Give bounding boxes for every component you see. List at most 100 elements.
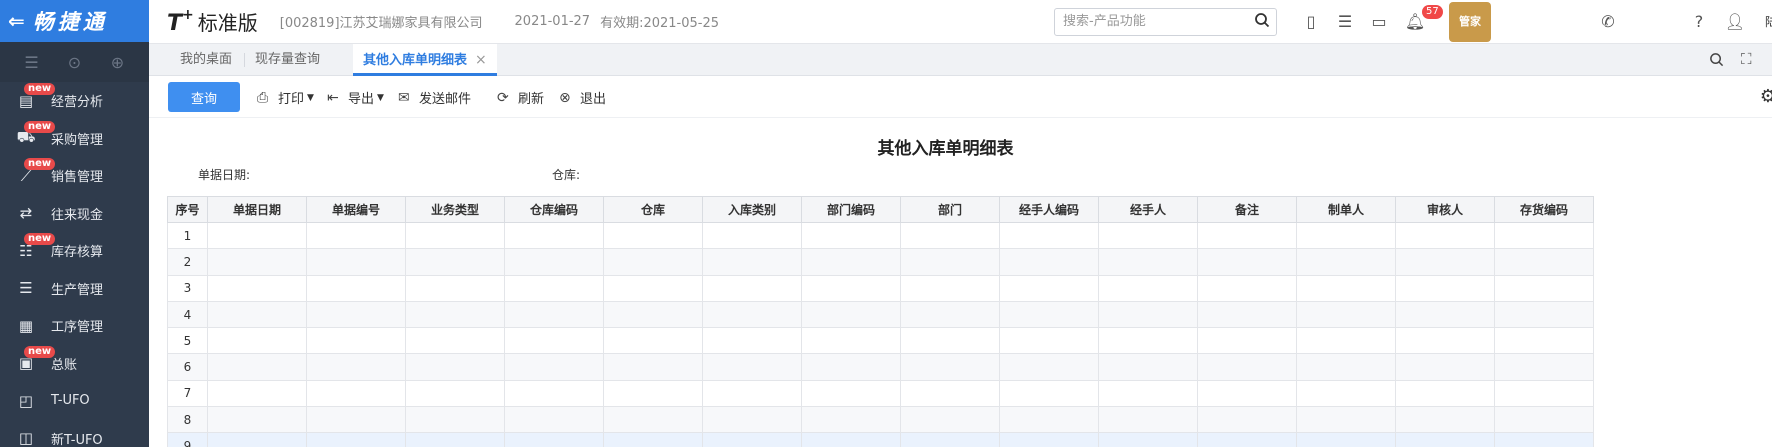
table-cell[interactable]: [1296, 221, 1396, 250]
fullscreen-icon[interactable]: ⛶: [1741, 50, 1752, 68]
table-cell[interactable]: [702, 406, 802, 434]
table-cell[interactable]: [1494, 248, 1594, 276]
table-cell[interactable]: [1395, 300, 1495, 329]
table-cell[interactable]: [1296, 274, 1396, 302]
table-cell[interactable]: [504, 300, 604, 329]
table-cell[interactable]: [900, 353, 1000, 381]
column-header[interactable]: 备注: [1197, 196, 1297, 223]
table-cell[interactable]: [1296, 379, 1396, 408]
sidebar-item[interactable]: ▤ 经营分析 new: [0, 82, 149, 120]
sidebar-item[interactable]: ⛟ 采购管理 new: [0, 120, 149, 158]
back-arrow-icon[interactable]: ⇐: [8, 9, 25, 33]
column-header[interactable]: 存货编码: [1494, 196, 1594, 223]
message-icon[interactable]: ▭: [1368, 11, 1390, 33]
user-name[interactable]: 陆: [1765, 13, 1772, 30]
table-cell[interactable]: [999, 379, 1099, 408]
table-cell[interactable]: [801, 327, 901, 355]
table-cell[interactable]: [702, 274, 802, 302]
send-mail-button[interactable]: ✉ 发送邮件: [398, 88, 471, 108]
table-cell[interactable]: [1098, 353, 1198, 381]
table-cell[interactable]: [702, 432, 802, 447]
sidebar-item[interactable]: ◫ 新T-UFO: [0, 420, 149, 447]
table-cell[interactable]: [1395, 432, 1495, 447]
table-cell[interactable]: [1494, 406, 1594, 434]
table-cell[interactable]: [207, 432, 307, 447]
table-cell[interactable]: [1098, 327, 1198, 355]
table-cell[interactable]: [306, 221, 406, 250]
table-cell[interactable]: [207, 327, 307, 355]
sidebar-item[interactable]: ⟋ 销售管理 new: [0, 157, 149, 195]
table-row[interactable]: 8: [167, 406, 1594, 434]
table-cell[interactable]: [1098, 432, 1198, 447]
table-cell[interactable]: [900, 300, 1000, 329]
print-button[interactable]: ⎙ 打印 ▼: [257, 88, 314, 108]
table-cell[interactable]: [900, 432, 1000, 447]
table-cell[interactable]: [1197, 300, 1297, 329]
table-cell[interactable]: [504, 353, 604, 381]
table-cell[interactable]: [504, 221, 604, 250]
table-cell[interactable]: [900, 274, 1000, 302]
table-cell[interactable]: [999, 327, 1099, 355]
table-cell[interactable]: [306, 432, 406, 447]
table-cell[interactable]: [999, 221, 1099, 250]
sidebar-item[interactable]: ▦ 工序管理: [0, 307, 149, 345]
table-cell[interactable]: [702, 248, 802, 276]
column-header[interactable]: 仓库编码: [504, 196, 604, 223]
table-cell[interactable]: [900, 327, 1000, 355]
task-list-icon[interactable]: ☰: [1334, 11, 1356, 33]
table-cell[interactable]: [801, 274, 901, 302]
tab-my-desktop[interactable]: 我的桌面: [180, 44, 232, 76]
table-cell[interactable]: [504, 274, 604, 302]
column-header[interactable]: 部门: [900, 196, 1000, 223]
table-cell[interactable]: [1296, 432, 1396, 447]
table-cell[interactable]: [1098, 406, 1198, 434]
table-cell[interactable]: [1197, 379, 1297, 408]
table-cell[interactable]: [405, 432, 505, 447]
user-icon[interactable]: 👤︎: [1724, 11, 1746, 33]
table-cell[interactable]: [1098, 221, 1198, 250]
table-row[interactable]: 5: [167, 327, 1594, 355]
table-cell[interactable]: [504, 379, 604, 408]
table-cell[interactable]: [207, 379, 307, 408]
table-cell[interactable]: [504, 406, 604, 434]
table-cell[interactable]: [405, 406, 505, 434]
table-cell[interactable]: [801, 300, 901, 329]
table-cell[interactable]: [1098, 379, 1198, 408]
sidebar-item[interactable]: ☷ 库存核算 new: [0, 232, 149, 270]
table-cell[interactable]: [1395, 327, 1495, 355]
table-cell[interactable]: [999, 248, 1099, 276]
table-cell[interactable]: [603, 248, 703, 276]
table-cell[interactable]: [207, 274, 307, 302]
table-cell[interactable]: [603, 300, 703, 329]
table-cell[interactable]: [801, 221, 901, 250]
sidebar-item[interactable]: ☰ 生产管理: [0, 270, 149, 308]
table-cell[interactable]: [1494, 432, 1594, 447]
table-cell[interactable]: [405, 300, 505, 329]
table-cell[interactable]: [702, 300, 802, 329]
table-cell[interactable]: [405, 353, 505, 381]
column-header[interactable]: 经手人: [1098, 196, 1198, 223]
table-cell[interactable]: [504, 248, 604, 276]
column-header[interactable]: 序号: [167, 196, 208, 223]
table-cell[interactable]: [603, 432, 703, 447]
table-cell[interactable]: [207, 406, 307, 434]
assistant-avatar[interactable]: 管家: [1449, 2, 1491, 42]
table-cell[interactable]: [801, 353, 901, 381]
tab-search-icon[interactable]: [1709, 52, 1724, 67]
table-cell[interactable]: [603, 353, 703, 381]
table-cell[interactable]: [801, 248, 901, 276]
table-cell[interactable]: [405, 221, 505, 250]
table-cell[interactable]: [1197, 327, 1297, 355]
table-cell[interactable]: [702, 353, 802, 381]
table-cell[interactable]: [603, 221, 703, 250]
export-button[interactable]: ⇤ 导出 ▼: [327, 88, 384, 108]
table-cell[interactable]: [999, 432, 1099, 447]
column-header[interactable]: 业务类型: [405, 196, 505, 223]
sidebar-item[interactable]: ▣ 总账 new: [0, 345, 149, 383]
table-cell[interactable]: [1296, 248, 1396, 276]
table-cell[interactable]: [1494, 327, 1594, 355]
table-cell[interactable]: [207, 221, 307, 250]
table-cell[interactable]: [1197, 221, 1297, 250]
new-window-icon[interactable]: ⊕: [107, 53, 129, 72]
column-header[interactable]: 入库类别: [702, 196, 802, 223]
